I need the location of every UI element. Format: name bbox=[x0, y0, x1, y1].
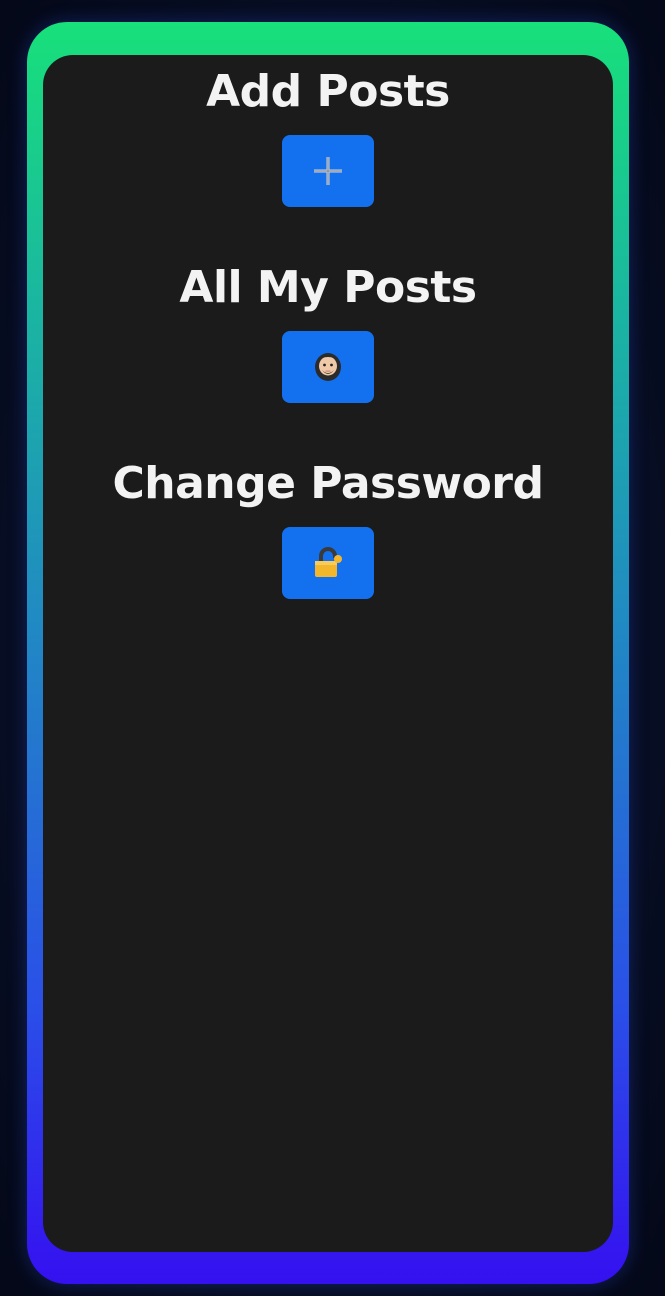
add-posts-button[interactable] bbox=[282, 135, 374, 207]
add-posts-heading: Add Posts bbox=[206, 66, 450, 117]
change-password-button[interactable] bbox=[282, 527, 374, 599]
all-my-posts-button[interactable] bbox=[282, 331, 374, 403]
add-posts-section: Add Posts bbox=[43, 63, 613, 207]
all-my-posts-heading: All My Posts bbox=[179, 262, 477, 313]
change-password-heading: Change Password bbox=[112, 458, 545, 509]
change-password-section: Change Password bbox=[43, 455, 613, 599]
page-background: Add Posts All My Posts Change Password bbox=[0, 0, 665, 1296]
person-icon bbox=[315, 353, 341, 381]
lock-icon bbox=[315, 547, 342, 577]
menu-panel: Add Posts All My Posts Change Password bbox=[43, 55, 613, 1252]
all-my-posts-section: All My Posts bbox=[43, 259, 613, 403]
plus-icon bbox=[314, 157, 342, 185]
